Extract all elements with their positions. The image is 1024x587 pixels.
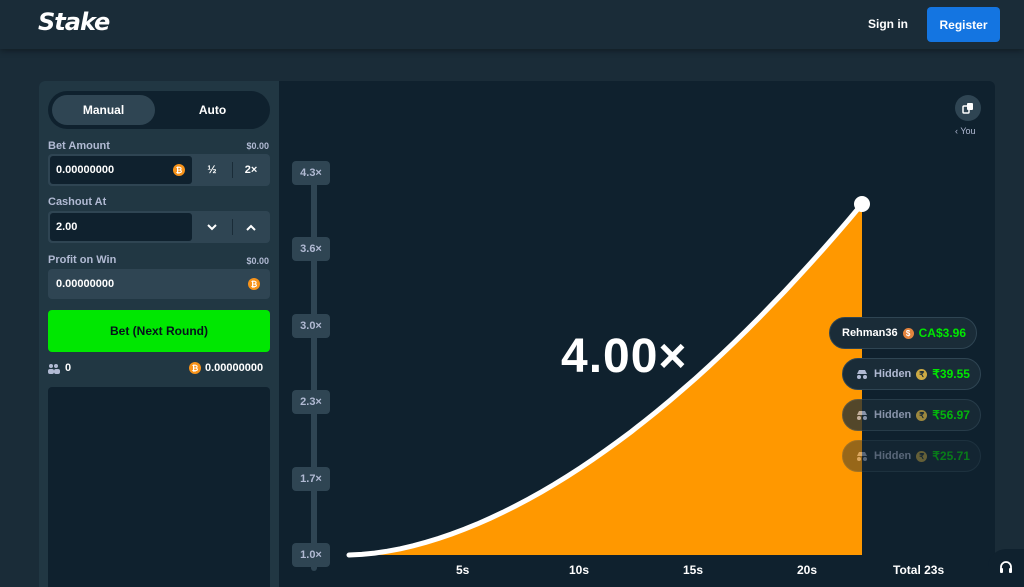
currency-icon: ₹ bbox=[916, 368, 928, 380]
cashout-amount: CA$3.96 bbox=[918, 326, 967, 340]
x-tick-label: 15s bbox=[683, 563, 704, 577]
profit-value: 0.00000000 bbox=[56, 278, 115, 290]
bet-amount-input[interactable]: 0.00000000 bbox=[50, 156, 192, 184]
cashout-pill: Rehman36 $ CA$3.96 bbox=[829, 317, 978, 349]
current-multiplier: 4.00× bbox=[561, 330, 688, 383]
tab-auto[interactable]: Auto bbox=[161, 95, 264, 125]
cashout-decrease-button[interactable] bbox=[194, 211, 230, 243]
bitcoin-icon: ₿ bbox=[189, 362, 201, 374]
profit-field: 0.00000000 ₿ bbox=[48, 269, 270, 299]
sign-in-link[interactable]: Sign in bbox=[868, 17, 908, 31]
cashout-amount: ₹25.71 bbox=[932, 449, 970, 463]
cashout-amount: ₹39.55 bbox=[932, 367, 970, 381]
cashout-input[interactable]: 2.00 bbox=[50, 213, 192, 241]
total-time: Total 23s bbox=[893, 563, 945, 577]
stake-logo[interactable]: Stake bbox=[38, 8, 110, 36]
cashout-amount: ₹56.97 bbox=[932, 408, 970, 422]
x-tick-label: 10s bbox=[569, 563, 590, 577]
bet-amount-label: Bet Amount bbox=[48, 140, 110, 152]
x-tick-label: 20s bbox=[797, 563, 818, 577]
double-bet-button[interactable]: 2× bbox=[233, 154, 269, 186]
bet-stats: 0 ₿ 0.00000000 bbox=[48, 362, 270, 376]
incognito-icon bbox=[857, 369, 867, 379]
tab-manual[interactable]: Manual bbox=[52, 95, 155, 125]
total-bet-value: 0.00000000 bbox=[205, 362, 264, 374]
chevron-down-icon bbox=[207, 223, 217, 230]
cashout-increase-button[interactable] bbox=[233, 211, 269, 243]
profit-label: Profit on Win bbox=[48, 254, 117, 266]
cashout-pill: Hidden ₹ ₹25.71 bbox=[842, 440, 981, 472]
crash-game-panel: Manual Auto Bet Amount $0.00 0.00000000 … bbox=[39, 81, 995, 587]
cashout-username: Rehman36 bbox=[842, 327, 898, 339]
incognito-icon bbox=[857, 410, 867, 420]
players-icon bbox=[48, 364, 60, 374]
register-button[interactable]: Register bbox=[927, 7, 1000, 42]
cashout-pill: Hidden ₹ ₹39.55 bbox=[842, 358, 981, 390]
bitcoin-icon: ₿ bbox=[173, 164, 185, 176]
x-tick-label: 5s bbox=[456, 563, 470, 577]
game-stage: ‹ You 4.3× 3.6× 3.0× 2.3× 1.7× 1.0× 4.00… bbox=[279, 81, 995, 587]
cashout-label: Cashout At bbox=[48, 196, 107, 208]
bet-amount-group: 0.00000000 ₿ ½ 2× bbox=[48, 154, 270, 186]
bet-next-round-button[interactable]: Bet (Next Round) bbox=[48, 310, 270, 352]
top-navbar: Stake Sign in Register bbox=[0, 0, 1024, 49]
incognito-icon bbox=[857, 451, 867, 461]
cashout-pill: Hidden ₹ ₹56.97 bbox=[842, 399, 981, 431]
cashout-username: Hidden bbox=[874, 450, 912, 462]
mode-tabs: Manual Auto bbox=[48, 91, 270, 129]
bet-sidebar: Manual Auto Bet Amount $0.00 0.00000000 … bbox=[39, 81, 279, 587]
cashout-username: Hidden bbox=[874, 409, 912, 421]
bitcoin-icon: ₿ bbox=[248, 278, 260, 290]
bets-list bbox=[48, 387, 270, 587]
players-count: 0 bbox=[65, 362, 72, 374]
profit-fiat: $0.00 bbox=[246, 256, 269, 266]
cashout-value: 2.00 bbox=[56, 221, 78, 233]
headset-icon bbox=[1000, 561, 1012, 573]
cashout-group: 2.00 bbox=[48, 211, 270, 243]
half-bet-button[interactable]: ½ bbox=[194, 154, 230, 186]
cashout-username: Hidden bbox=[874, 368, 912, 380]
curve-endpoint bbox=[854, 196, 870, 212]
currency-icon: $ bbox=[902, 327, 914, 339]
bet-amount-value: 0.00000000 bbox=[56, 164, 115, 176]
support-chat-button[interactable] bbox=[988, 549, 1024, 587]
currency-icon: ₹ bbox=[916, 450, 928, 462]
currency-icon: ₹ bbox=[916, 409, 928, 421]
chevron-up-icon bbox=[246, 224, 256, 231]
bet-amount-fiat: $0.00 bbox=[246, 141, 269, 151]
